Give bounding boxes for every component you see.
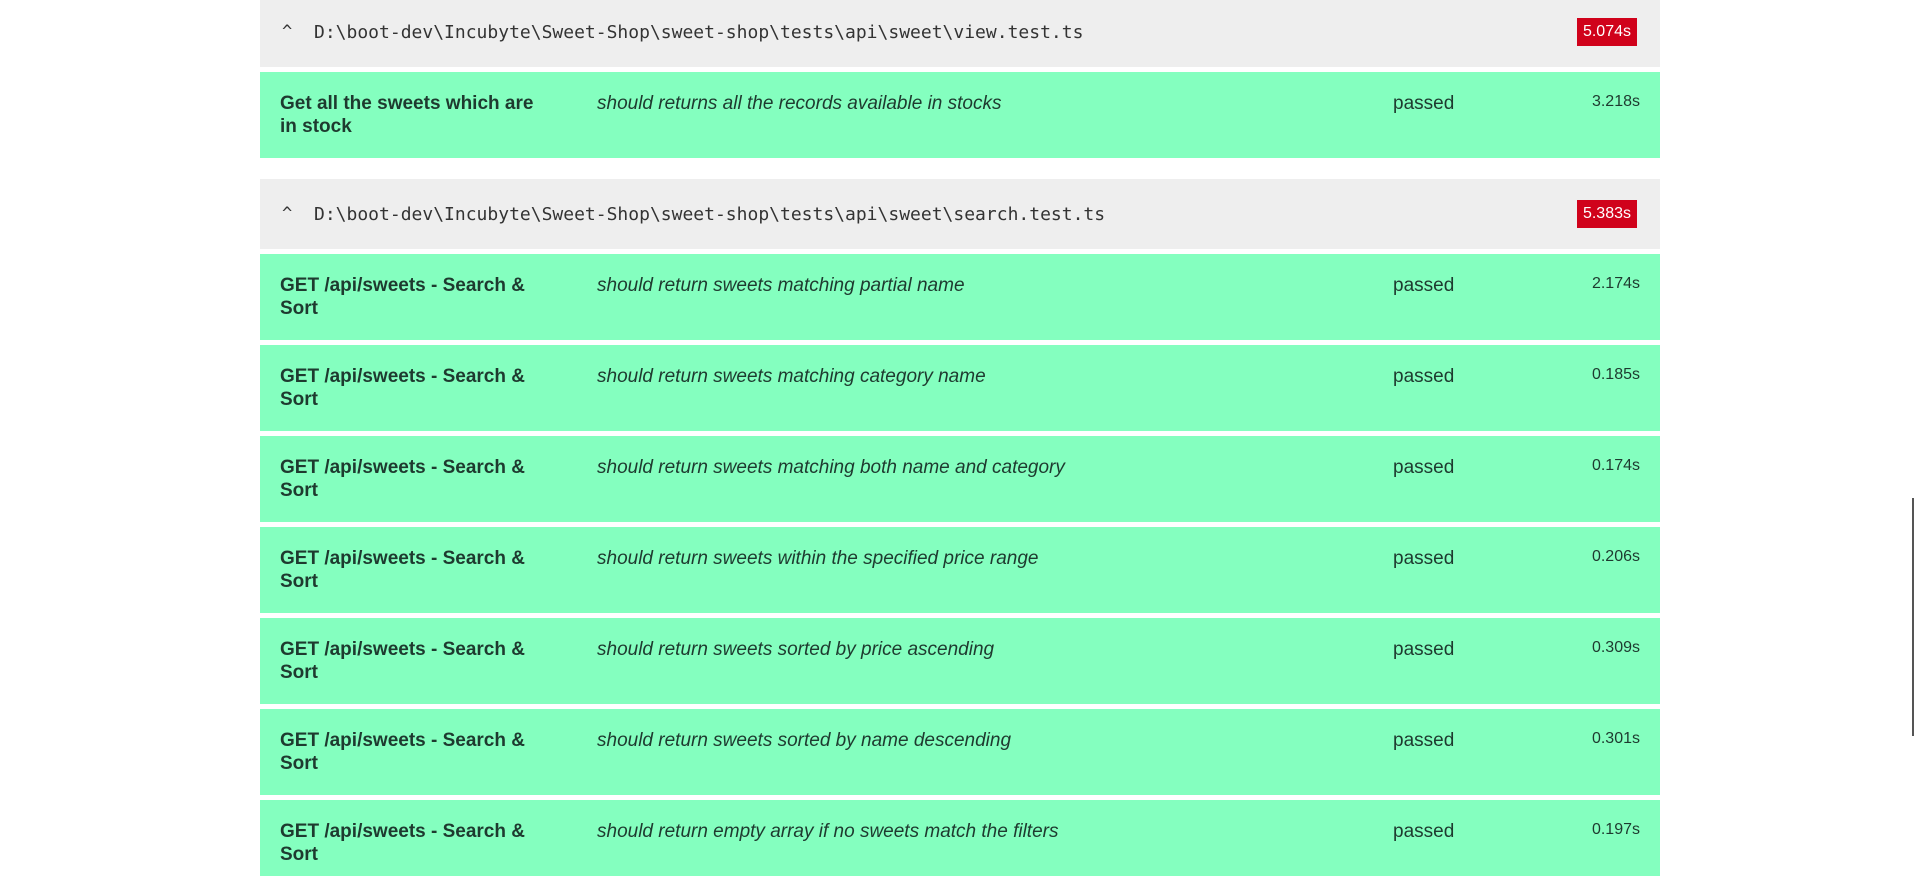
- test-title: should return sweets matching category n…: [597, 366, 986, 387]
- test-describe-name: GET /api/sweets - Search & Sort: [280, 548, 525, 592]
- test-title: should return sweets matching both name …: [597, 457, 1065, 478]
- test-status: passed: [1393, 366, 1455, 387]
- test-row: GET /api/sweets - Search & Sort should r…: [260, 345, 1660, 431]
- test-title: should returns all the records available…: [597, 93, 1002, 114]
- test-list: GET /api/sweets - Search & Sort should r…: [260, 254, 1660, 876]
- test-duration: 0.185s: [1591, 366, 1640, 383]
- test-duration: 2.174s: [1591, 275, 1640, 292]
- test-duration: 0.197s: [1591, 821, 1640, 838]
- test-describe-name: GET /api/sweets - Search & Sort: [280, 821, 525, 865]
- test-row: GET /api/sweets - Search & Sort should r…: [260, 436, 1660, 522]
- test-status: passed: [1393, 275, 1455, 296]
- suite-file-path: D:\boot-dev\Incubyte\Sweet-Shop\sweet-sh…: [314, 21, 1084, 43]
- test-describe-name: GET /api/sweets - Search & Sort: [280, 730, 525, 774]
- collapse-caret-icon[interactable]: ^: [282, 22, 304, 42]
- test-row: GET /api/sweets - Search & Sort should r…: [260, 709, 1660, 795]
- test-report-content: ^ D:\boot-dev\Incubyte\Sweet-Shop\sweet-…: [260, 0, 1660, 876]
- test-status: passed: [1393, 457, 1455, 478]
- test-title: should return sweets sorted by name desc…: [597, 730, 1012, 751]
- suite-header[interactable]: ^ D:\boot-dev\Incubyte\Sweet-Shop\sweet-…: [260, 179, 1660, 249]
- test-suite: ^ D:\boot-dev\Incubyte\Sweet-Shop\sweet-…: [260, 179, 1660, 876]
- test-row: GET /api/sweets - Search & Sort should r…: [260, 527, 1660, 613]
- collapse-caret-icon[interactable]: ^: [282, 204, 304, 224]
- test-duration: 0.301s: [1591, 730, 1640, 747]
- test-status: passed: [1393, 639, 1455, 660]
- test-title: should return sweets matching partial na…: [597, 275, 965, 296]
- test-describe-name: GET /api/sweets - Search & Sort: [280, 457, 525, 501]
- test-describe-name: GET /api/sweets - Search & Sort: [280, 366, 525, 410]
- test-row: GET /api/sweets - Search & Sort should r…: [260, 800, 1660, 876]
- test-list: Get all the sweets which are in stock sh…: [260, 72, 1660, 158]
- suite-spacer: [260, 163, 1660, 179]
- test-status: passed: [1393, 730, 1455, 751]
- suite-file-path: D:\boot-dev\Incubyte\Sweet-Shop\sweet-sh…: [314, 203, 1106, 225]
- vertical-scrollbar-thumb[interactable]: [1912, 498, 1914, 736]
- test-status: passed: [1393, 93, 1455, 114]
- suite-duration-badge: 5.383s: [1576, 200, 1637, 228]
- test-row: GET /api/sweets - Search & Sort should r…: [260, 254, 1660, 340]
- suite-duration-badge: 5.074s: [1576, 18, 1637, 46]
- test-row: GET /api/sweets - Search & Sort should r…: [260, 618, 1660, 704]
- test-duration: 0.206s: [1591, 548, 1640, 565]
- suite-header[interactable]: ^ D:\boot-dev\Incubyte\Sweet-Shop\sweet-…: [260, 0, 1660, 67]
- test-duration: 0.309s: [1591, 639, 1640, 656]
- test-title: should return sweets within the specifie…: [597, 548, 1039, 569]
- test-describe-name: GET /api/sweets - Search & Sort: [280, 275, 525, 319]
- test-report-viewport: ^ D:\boot-dev\Incubyte\Sweet-Shop\sweet-…: [0, 0, 1917, 876]
- test-title: should return empty array if no sweets m…: [597, 821, 1059, 842]
- test-describe-name: GET /api/sweets - Search & Sort: [280, 639, 525, 683]
- test-duration: 0.174s: [1591, 457, 1640, 474]
- test-status: passed: [1393, 548, 1455, 569]
- test-suite: ^ D:\boot-dev\Incubyte\Sweet-Shop\sweet-…: [260, 0, 1660, 158]
- test-duration: 3.218s: [1591, 93, 1640, 110]
- test-row: Get all the sweets which are in stock sh…: [260, 72, 1660, 158]
- test-title: should return sweets sorted by price asc…: [597, 639, 995, 660]
- test-status: passed: [1393, 821, 1455, 842]
- test-describe-name: Get all the sweets which are in stock: [280, 93, 534, 137]
